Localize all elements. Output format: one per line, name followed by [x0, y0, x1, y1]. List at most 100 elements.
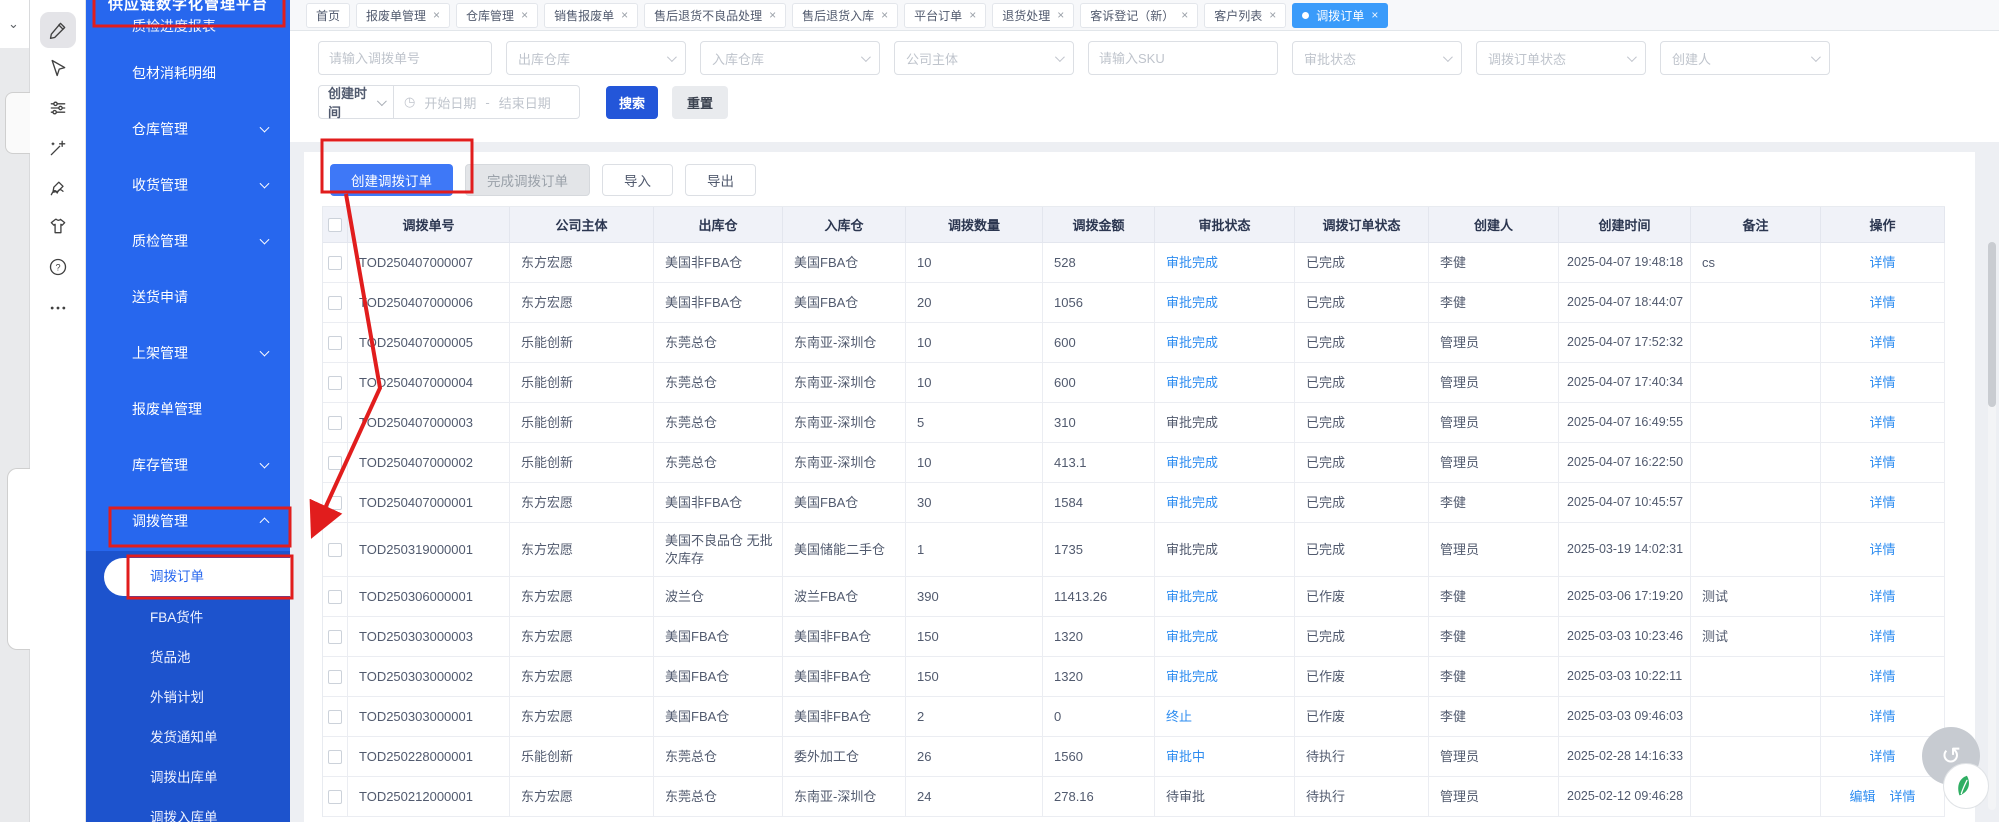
signature-pen-icon[interactable]	[40, 170, 76, 206]
tab-close-icon[interactable]: ×	[1181, 8, 1188, 22]
sidebar-subitem-调拨订单[interactable]: 调拨订单	[104, 558, 290, 596]
tab-close-icon[interactable]: ×	[881, 8, 888, 22]
filter-select-审批状态[interactable]: 审批状态	[1292, 41, 1462, 75]
sidebar-item-送货申请[interactable]: 送货申请	[86, 269, 290, 325]
tab-首页[interactable]: 首页	[306, 2, 351, 28]
row-checkbox[interactable]	[328, 335, 342, 350]
help-icon[interactable]: ?	[40, 249, 76, 285]
row-checkbox-cell[interactable]	[323, 523, 348, 577]
tab-close-icon[interactable]: ×	[433, 8, 440, 22]
row-checkbox[interactable]	[328, 255, 342, 270]
sidebar-item-仓库管理[interactable]: 仓库管理	[86, 101, 290, 157]
approval-status-link[interactable]: 审批完成	[1166, 374, 1218, 392]
tab-售后退货不良品处理[interactable]: 售后退货不良品处理 ×	[644, 2, 787, 28]
row-checkbox[interactable]	[328, 295, 342, 310]
sidebar-subitem-调拨出库单[interactable]: 调拨出库单	[86, 758, 290, 798]
approval-status-link[interactable]: 审批完成	[1166, 494, 1218, 512]
row-checkbox-cell[interactable]	[323, 697, 348, 737]
tab-平台订单[interactable]: 平台订单 ×	[904, 2, 987, 28]
sliders-icon[interactable]	[40, 90, 76, 126]
row-checkbox-cell[interactable]	[323, 577, 348, 617]
sidebar-subitem-调拨入库单[interactable]: 调拨入库单	[86, 798, 290, 822]
action-link-详情[interactable]: 详情	[1869, 254, 1895, 272]
action-link-详情[interactable]: 详情	[1869, 414, 1895, 432]
approval-status-link[interactable]: 审批完成	[1166, 588, 1218, 606]
approval-status-link[interactable]: 审批完成	[1166, 294, 1218, 312]
more-icon[interactable]	[40, 290, 76, 326]
row-checkbox[interactable]	[328, 669, 342, 684]
select-all-checkbox[interactable]	[328, 217, 342, 232]
row-checkbox-cell[interactable]	[323, 617, 348, 657]
approval-status-link[interactable]: 终止	[1166, 708, 1192, 726]
sidebar-subitem-FBA货件[interactable]: FBA货件	[86, 598, 290, 638]
sidebar-item-库存管理[interactable]: 库存管理	[86, 437, 290, 493]
action-link-详情[interactable]: 详情	[1890, 788, 1916, 806]
row-checkbox[interactable]	[328, 789, 342, 804]
tab-售后退货入库[interactable]: 售后退货入库 ×	[792, 2, 899, 28]
tab-close-icon[interactable]: ×	[1057, 8, 1064, 22]
filter-select-调拨订单状态[interactable]: 调拨订单状态	[1476, 41, 1646, 75]
import-button[interactable]: 导入	[602, 164, 673, 196]
action-link-详情[interactable]: 详情	[1869, 494, 1895, 512]
brand-logo-icon[interactable]	[1943, 763, 1989, 809]
tab-仓库管理[interactable]: 仓库管理 ×	[456, 2, 539, 28]
vertical-scrollbar[interactable]	[1988, 242, 1996, 810]
tab-报废单管理[interactable]: 报废单管理 ×	[356, 2, 451, 28]
approval-status-link[interactable]: 审批完成	[1166, 628, 1218, 646]
tab-close-icon[interactable]: ×	[969, 8, 976, 22]
action-link-详情[interactable]: 详情	[1869, 588, 1895, 606]
tab-close-icon[interactable]: ×	[769, 8, 776, 22]
row-checkbox-cell[interactable]	[323, 483, 348, 523]
tab-close-icon[interactable]: ×	[1269, 8, 1276, 22]
filter-input-请输入SKU[interactable]	[1088, 41, 1278, 75]
create-transfer-order-button[interactable]: 创建调拨订单	[330, 164, 453, 196]
pencil-icon[interactable]	[39, 12, 76, 48]
action-link-详情[interactable]: 详情	[1869, 668, 1895, 686]
approval-status-link[interactable]: 审批中	[1166, 748, 1205, 766]
row-checkbox[interactable]	[328, 375, 342, 390]
row-checkbox[interactable]	[328, 629, 342, 644]
approval-status-link[interactable]: 审批完成	[1166, 454, 1218, 472]
tab-销售报废单[interactable]: 销售报废单 ×	[544, 2, 639, 28]
tab-调拨订单[interactable]: 调拨订单 ×	[1292, 2, 1389, 28]
sidebar-item-报废单管理[interactable]: 报废单管理	[86, 381, 290, 437]
row-checkbox-cell[interactable]	[323, 777, 348, 817]
row-checkbox-cell[interactable]	[323, 323, 348, 363]
filter-select-创建人[interactable]: 创建人	[1660, 41, 1830, 75]
filter-select-出库仓库[interactable]: 出库仓库	[506, 41, 686, 75]
tab-close-icon[interactable]: ×	[521, 8, 528, 22]
action-link-详情[interactable]: 详情	[1869, 541, 1895, 559]
sidebar-item-调拨管理[interactable]: 调拨管理	[86, 493, 290, 549]
approval-status-link[interactable]: 审批完成	[1166, 668, 1218, 686]
row-checkbox-cell[interactable]	[323, 283, 348, 323]
tab-客户列表[interactable]: 客户列表 ×	[1204, 2, 1287, 28]
row-checkbox-cell[interactable]	[323, 243, 348, 283]
action-link-详情[interactable]: 详情	[1869, 628, 1895, 646]
cursor-icon[interactable]	[40, 50, 76, 86]
row-checkbox[interactable]	[328, 455, 342, 470]
shirt-icon[interactable]	[40, 208, 76, 244]
complete-transfer-order-button[interactable]: 完成调拨订单	[465, 164, 590, 196]
tab-close-icon[interactable]: ×	[1371, 8, 1378, 22]
sidebar-item-质检进度报表[interactable]: 质检进度报表	[86, 15, 290, 45]
sidebar-subitem-外销计划[interactable]: 外销计划	[86, 678, 290, 718]
action-link-详情[interactable]: 详情	[1869, 294, 1895, 312]
export-button[interactable]: 导出	[685, 164, 756, 196]
row-checkbox[interactable]	[328, 589, 342, 604]
tab-客诉登记（新）[interactable]: 客诉登记（新） ×	[1080, 2, 1199, 28]
action-link-详情[interactable]: 详情	[1869, 708, 1895, 726]
filter-select-公司主体[interactable]: 公司主体	[894, 41, 1074, 75]
filter-select-入库仓库[interactable]: 入库仓库	[700, 41, 880, 75]
action-link-详情[interactable]: 详情	[1869, 454, 1895, 472]
approval-status-link[interactable]: 审批完成	[1166, 254, 1218, 272]
reset-button[interactable]: 重置	[672, 85, 728, 119]
sidebar-item-质检管理[interactable]: 质检管理	[86, 213, 290, 269]
row-checkbox[interactable]	[328, 495, 342, 510]
row-checkbox[interactable]	[328, 749, 342, 764]
tab-close-icon[interactable]: ×	[621, 8, 628, 22]
scrollbar-thumb[interactable]	[1988, 242, 1996, 407]
row-checkbox-cell[interactable]	[323, 737, 348, 777]
sidebar-subitem-发货通知单[interactable]: 发货通知单	[86, 718, 290, 758]
row-checkbox[interactable]	[328, 709, 342, 724]
sidebar-subitem-货品池[interactable]: 货品池	[86, 638, 290, 678]
